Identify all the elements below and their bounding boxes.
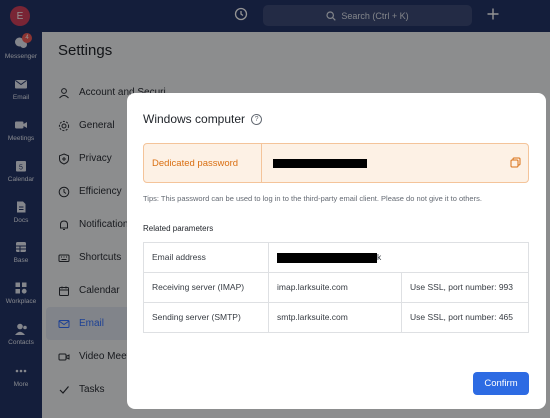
param-value[interactable]: k <box>268 242 529 273</box>
param-label: Receiving server (IMAP) <box>143 272 269 303</box>
parameters-table: Email address k Receiving server (IMAP) … <box>143 242 529 333</box>
param-label: Email address <box>143 242 269 273</box>
dialog-title-row: Windows computer ? <box>143 112 263 126</box>
tips-text: Tips: This password can be used to log i… <box>143 194 482 203</box>
dedicated-password-field: Dedicated password <box>143 143 529 183</box>
password-divider <box>261 144 262 182</box>
windows-computer-dialog: Windows computer ? Dedicated password Ti… <box>127 93 546 409</box>
table-row: Sending server (SMTP) smtp.larksuite.com… <box>143 302 529 333</box>
email-redacted <box>277 252 377 263</box>
dialog-title: Windows computer <box>143 112 246 126</box>
param-extra: Use SSL, port number: 993 <box>401 272 529 303</box>
copy-icon[interactable] <box>510 157 521 168</box>
param-extra: Use SSL, port number: 465 <box>401 302 529 333</box>
table-row: Receiving server (IMAP) imap.larksuite.c… <box>143 272 529 303</box>
param-value[interactable]: smtp.larksuite.com <box>268 302 402 333</box>
param-label: Sending server (SMTP) <box>143 302 269 333</box>
table-row: Email address k <box>143 242 529 273</box>
help-icon[interactable]: ? <box>251 113 263 125</box>
param-value[interactable]: imap.larksuite.com <box>268 272 402 303</box>
confirm-button[interactable]: Confirm <box>473 372 529 395</box>
password-value-redacted <box>273 159 367 168</box>
related-parameters-heading: Related parameters <box>143 224 214 233</box>
password-label: Dedicated password <box>152 158 239 169</box>
email-tail: k <box>377 252 382 262</box>
